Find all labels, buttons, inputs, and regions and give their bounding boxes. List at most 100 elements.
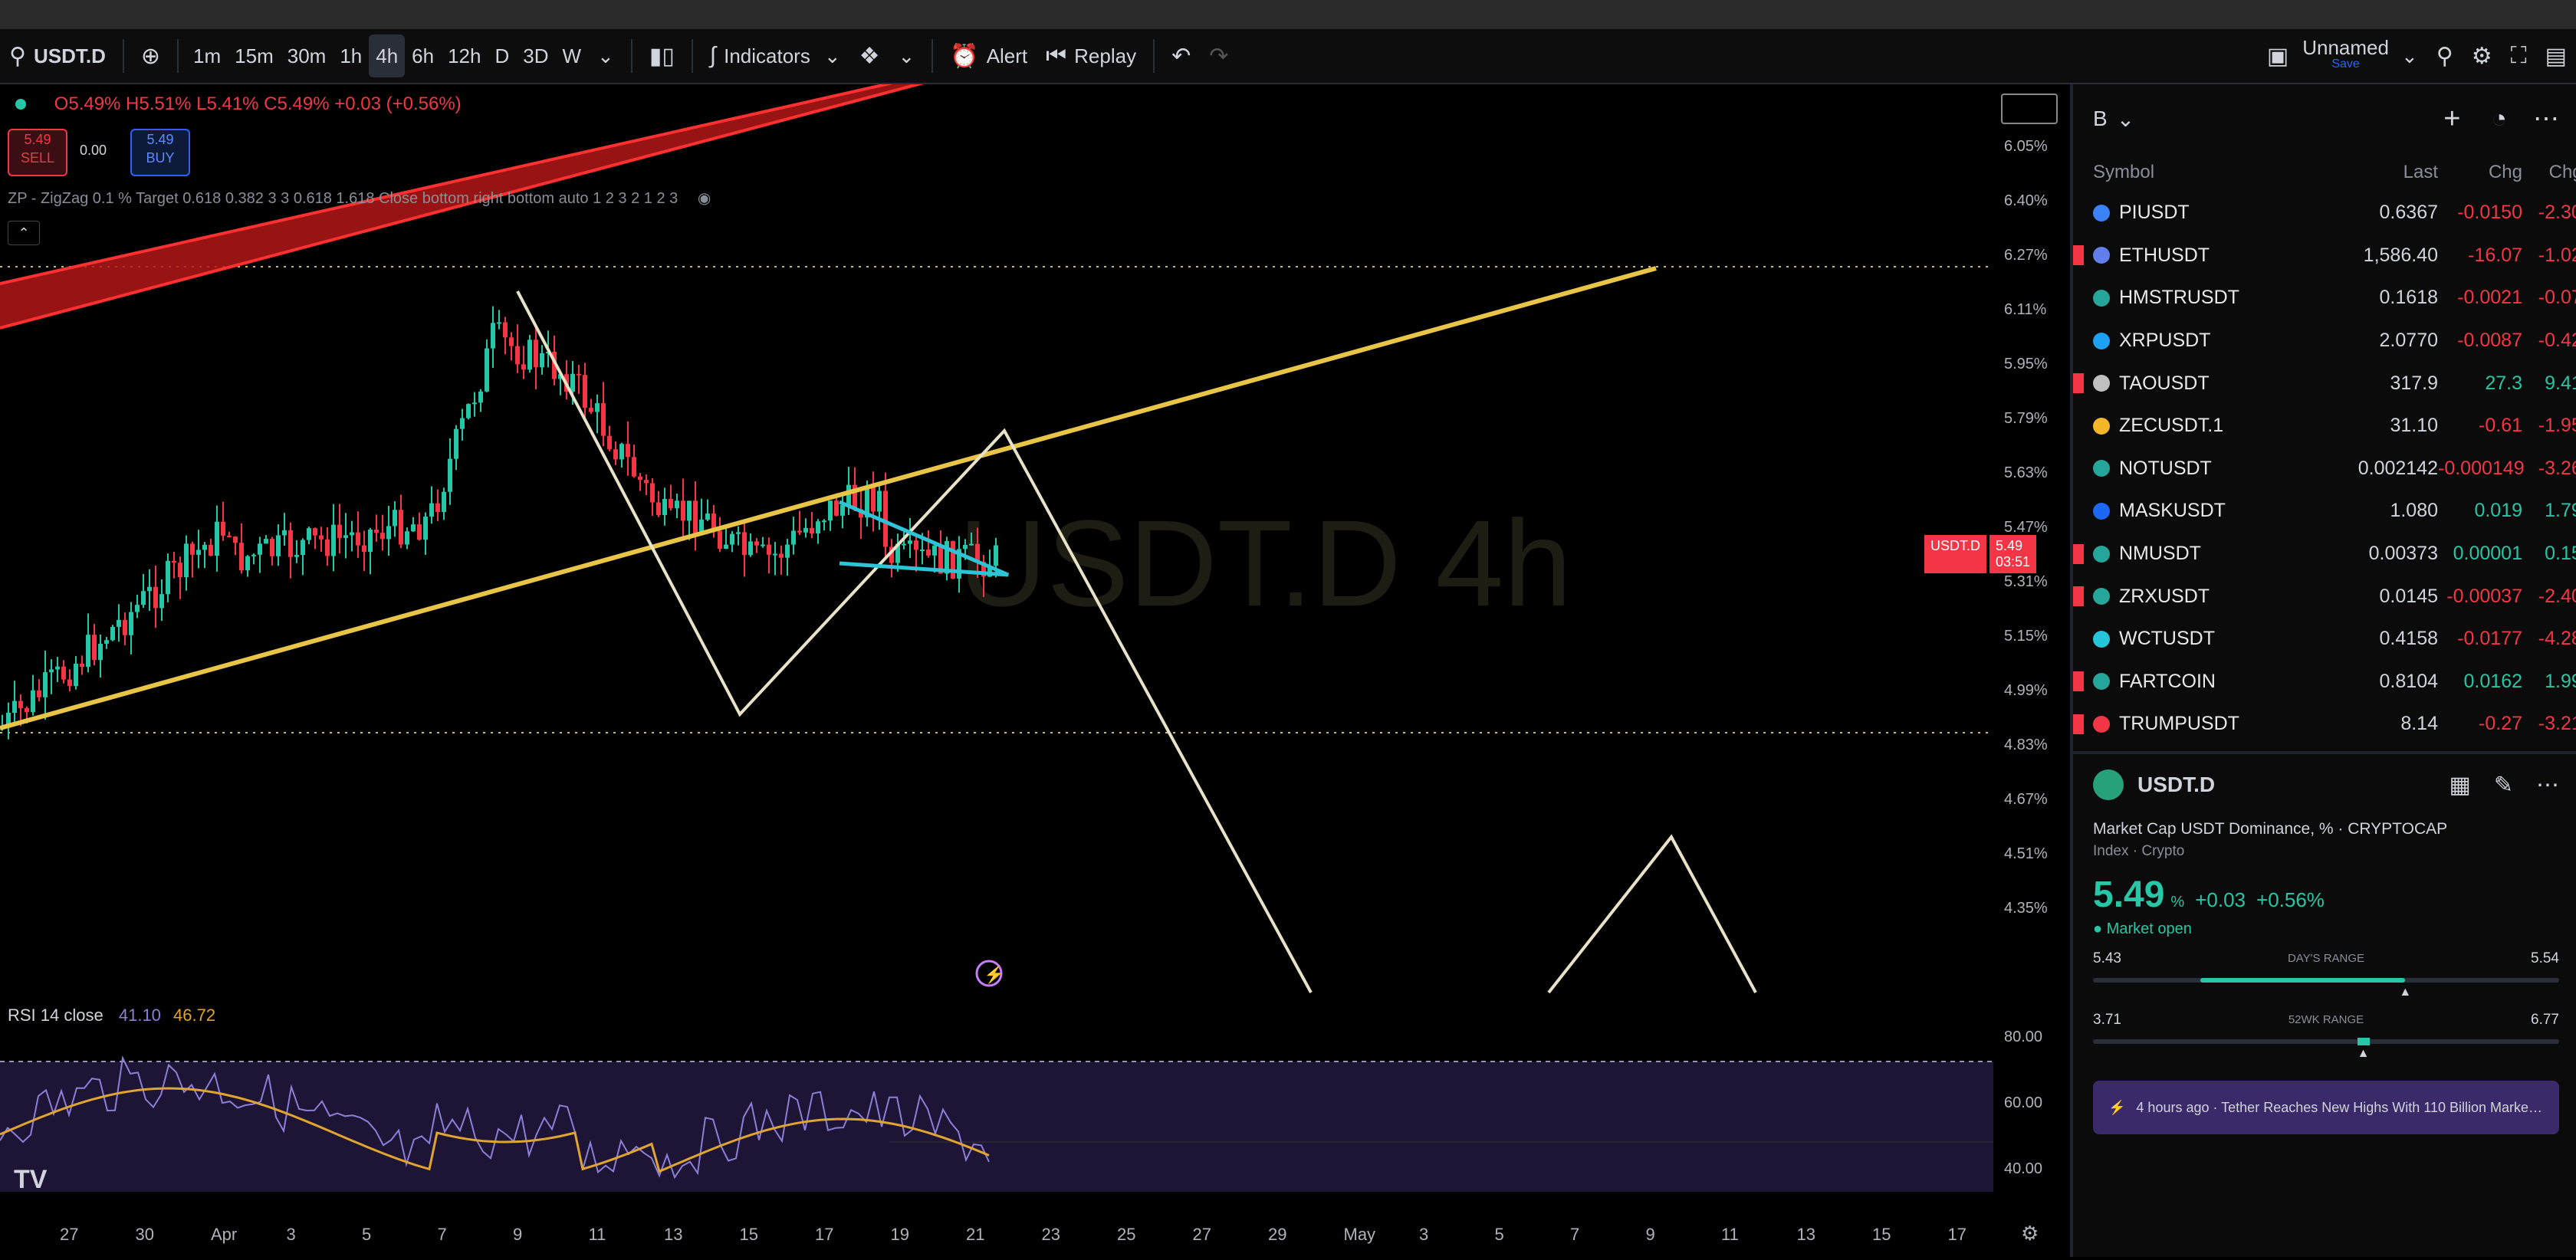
news-banner[interactable]: ⚡ 4 hours ago · Tether Reaches New Highs… [2093,1081,2559,1134]
column-chg[interactable]: Chg [2438,162,2522,183]
alert-button[interactable]: ⏰ Alert [941,34,1037,77]
chart-type-button[interactable]: ▮▯ [640,34,684,77]
indicators-button[interactable]: ∫ Indicators ⌄ [701,34,850,77]
watchlist-row[interactable]: ZRXUSDT 0.0145 -0.00037 -2.40% [2073,575,2576,618]
layout-menu[interactable]: ▣ Unnamed Save ⌄ [2258,34,2427,77]
templates-button[interactable]: ❖ [850,34,889,77]
replay-button[interactable]: ⏮ Replay [1037,34,1145,77]
watchlist-row[interactable]: NOTUSDT 0.002142-0.000149 -3.26% [2073,448,2576,491]
interval-15m[interactable]: 15m [228,34,281,77]
interval-30m[interactable]: 30m [281,34,334,77]
zigzag-projection-2[interactable] [1547,834,1757,994]
candle-body [172,560,176,563]
day-range-label: DAY'S RANGE [2287,952,2365,965]
rsi-legend: RSI 14 close 41.10 46.72 [8,1006,215,1025]
candle-body [810,527,814,534]
flag-icon[interactable] [2073,586,2084,607]
eye-icon[interactable]: ◉ [698,190,711,207]
watchlist-row[interactable]: TRUMPUSDT 8.14 -0.27 -3.21% [2073,703,2576,746]
watchlist-title[interactable]: B [2093,107,2108,131]
redo-icon: ↷ [1209,43,1229,69]
buy-button[interactable]: 5.49 BUY [130,129,190,176]
interval-1m[interactable]: 1m [186,34,228,77]
quick-search-button[interactable]: ⚲ [2427,34,2463,77]
interval-1h[interactable]: 1h [333,34,369,77]
watchlist-row[interactable]: NMUSDT 0.00373 0.00001 0.15% [2073,533,2576,576]
interval-6h[interactable]: 6h [405,34,441,77]
watchlist-row[interactable]: PIUSDT 0.6367 -0.0150 -2.30% [2073,192,2576,235]
column-chgp[interactable]: Chg% [2522,162,2576,183]
advanced-view-icon[interactable]: ◔ [2491,104,2507,134]
chart-canvas[interactable]: USDT.D 4h ⚡ [0,84,1993,1219]
undo-button[interactable]: ↶ [1162,34,1200,77]
watchlist-row[interactable]: HMSTRUSDT 0.1618 -0.0021 -0.07% [2073,277,2576,320]
redo-button[interactable]: ↷ [1200,34,1237,77]
flag-icon[interactable] [2073,245,2084,266]
grid-view-icon[interactable]: ▦ [2450,772,2471,799]
time-axis-settings-icon[interactable]: ⚙ [2021,1222,2039,1245]
candle-body [202,544,207,550]
collapse-legend-button[interactable]: ⌃ [8,221,40,245]
column-last[interactable]: Last [2323,162,2438,183]
flag-icon[interactable] [2073,373,2084,394]
candle-body [834,500,839,516]
candle-body [540,353,544,368]
watchlist-row[interactable]: XRPUSDT 2.0770 -0.0087 -0.42% [2073,320,2576,363]
candle-body [380,533,385,540]
rsi-band [0,1061,1993,1192]
indicator-legend[interactable]: ZP - ZigZag 0.1 % Target 0.618 0.382 3 3… [8,189,711,208]
time-axis[interactable]: 27 30 Apr 3 5 7 9 11 13 15 17 19 21 23 25 27 29 May 3 5 7 9 11… [0,1219,2070,1249]
candle-body [92,635,97,661]
templates-dropdown[interactable]: ⌄ [889,34,925,77]
chart-pane[interactable]: USDT.D 4h ⚡ O5.49% H5.51% L5.41% C5.49% … [0,84,2070,1219]
interval-dropdown[interactable]: ⌄ [588,34,623,77]
flag-icon[interactable] [2073,543,2084,564]
row-symbol-cell: HMSTRUSDT [2093,287,2323,309]
chevron-down-icon[interactable]: ⌄ [2117,107,2134,132]
candle-body [350,532,354,536]
watchlist-row[interactable]: ETHUSDT 1,586.40 -16.07 -1.02% [2073,235,2576,277]
row-symbol-cell: PIUSDT [2093,202,2323,224]
add-symbol-icon[interactable]: + [2443,103,2460,136]
edit-icon[interactable]: ✎ [2494,772,2513,799]
row-symbol: ETHUSDT [2119,244,2210,266]
settings-button[interactable]: ⚙ [2463,34,2502,77]
watchlist-row[interactable]: MASKUSDT 1.080 0.019 1.79% [2073,490,2576,533]
interval-12h[interactable]: 12h [441,34,488,77]
candle-body [442,491,446,512]
column-symbol[interactable]: Symbol [2093,162,2323,183]
symbol-search[interactable]: ⚲ USDT.D [0,34,115,77]
watchlist-row[interactable]: ZECUSDT.1 31.10 -0.61 -1.95% [2073,405,2576,448]
compare-button[interactable]: ⊕ [132,34,169,77]
price-axis[interactable]: 6.05% 6.40% 6.27% 6.11% 5.95% 5.79% 5.63% 5.47%… [1993,84,2070,1219]
ohlc-values: O5.49% H5.51% L5.41% C5.49% +0.03 (+0.56… [54,94,462,114]
flag-icon[interactable] [2073,714,2084,734]
watchlist-row[interactable]: FARTCOIN 0.8104 0.0162 1.99% [2073,661,2576,704]
more-icon[interactable]: ⋯ [2536,772,2559,799]
details-symbol[interactable]: USDT.D [2137,773,2215,797]
row-last: 31.10 [2390,415,2438,437]
price-scale-button[interactable] [2001,94,2058,124]
watchlist-row[interactable]: TAOUSDT 317.9 27.3 9.41% [2073,362,2576,405]
row-symbol: TRUMPUSDT [2119,713,2239,735]
coin-logo-icon [2093,247,2110,264]
candle-body [25,707,29,713]
row-chgp: -0.42% [2538,330,2576,352]
row-symbol: NMUSDT [2119,543,2201,565]
row-chg: -0.0087 [2457,330,2522,352]
snapshot-button[interactable]: ▤ [2536,34,2576,77]
watchlist-row[interactable]: WCTUSDT 0.4158 -0.0177 -4.28% [2073,618,2576,661]
more-icon[interactable]: ⋯ [2533,103,2559,134]
time-label: 11 [588,1225,606,1244]
candle-body [448,458,452,492]
fullscreen-button[interactable]: ⛶ [2502,34,2536,77]
plus-circle-icon: ⊕ [140,43,161,69]
interval-D[interactable]: D [488,34,516,77]
interval-4h[interactable]: 4h [369,34,406,77]
sell-button[interactable]: 5.49 SELL [8,129,67,176]
interval-3D[interactable]: 3D [516,34,555,77]
market-status: ● Market open [2073,916,2576,943]
watchlist-header: B ⌄ + ◔ ⋯ [2073,84,2576,153]
interval-W[interactable]: W [556,34,589,77]
flag-icon[interactable] [2073,671,2084,692]
